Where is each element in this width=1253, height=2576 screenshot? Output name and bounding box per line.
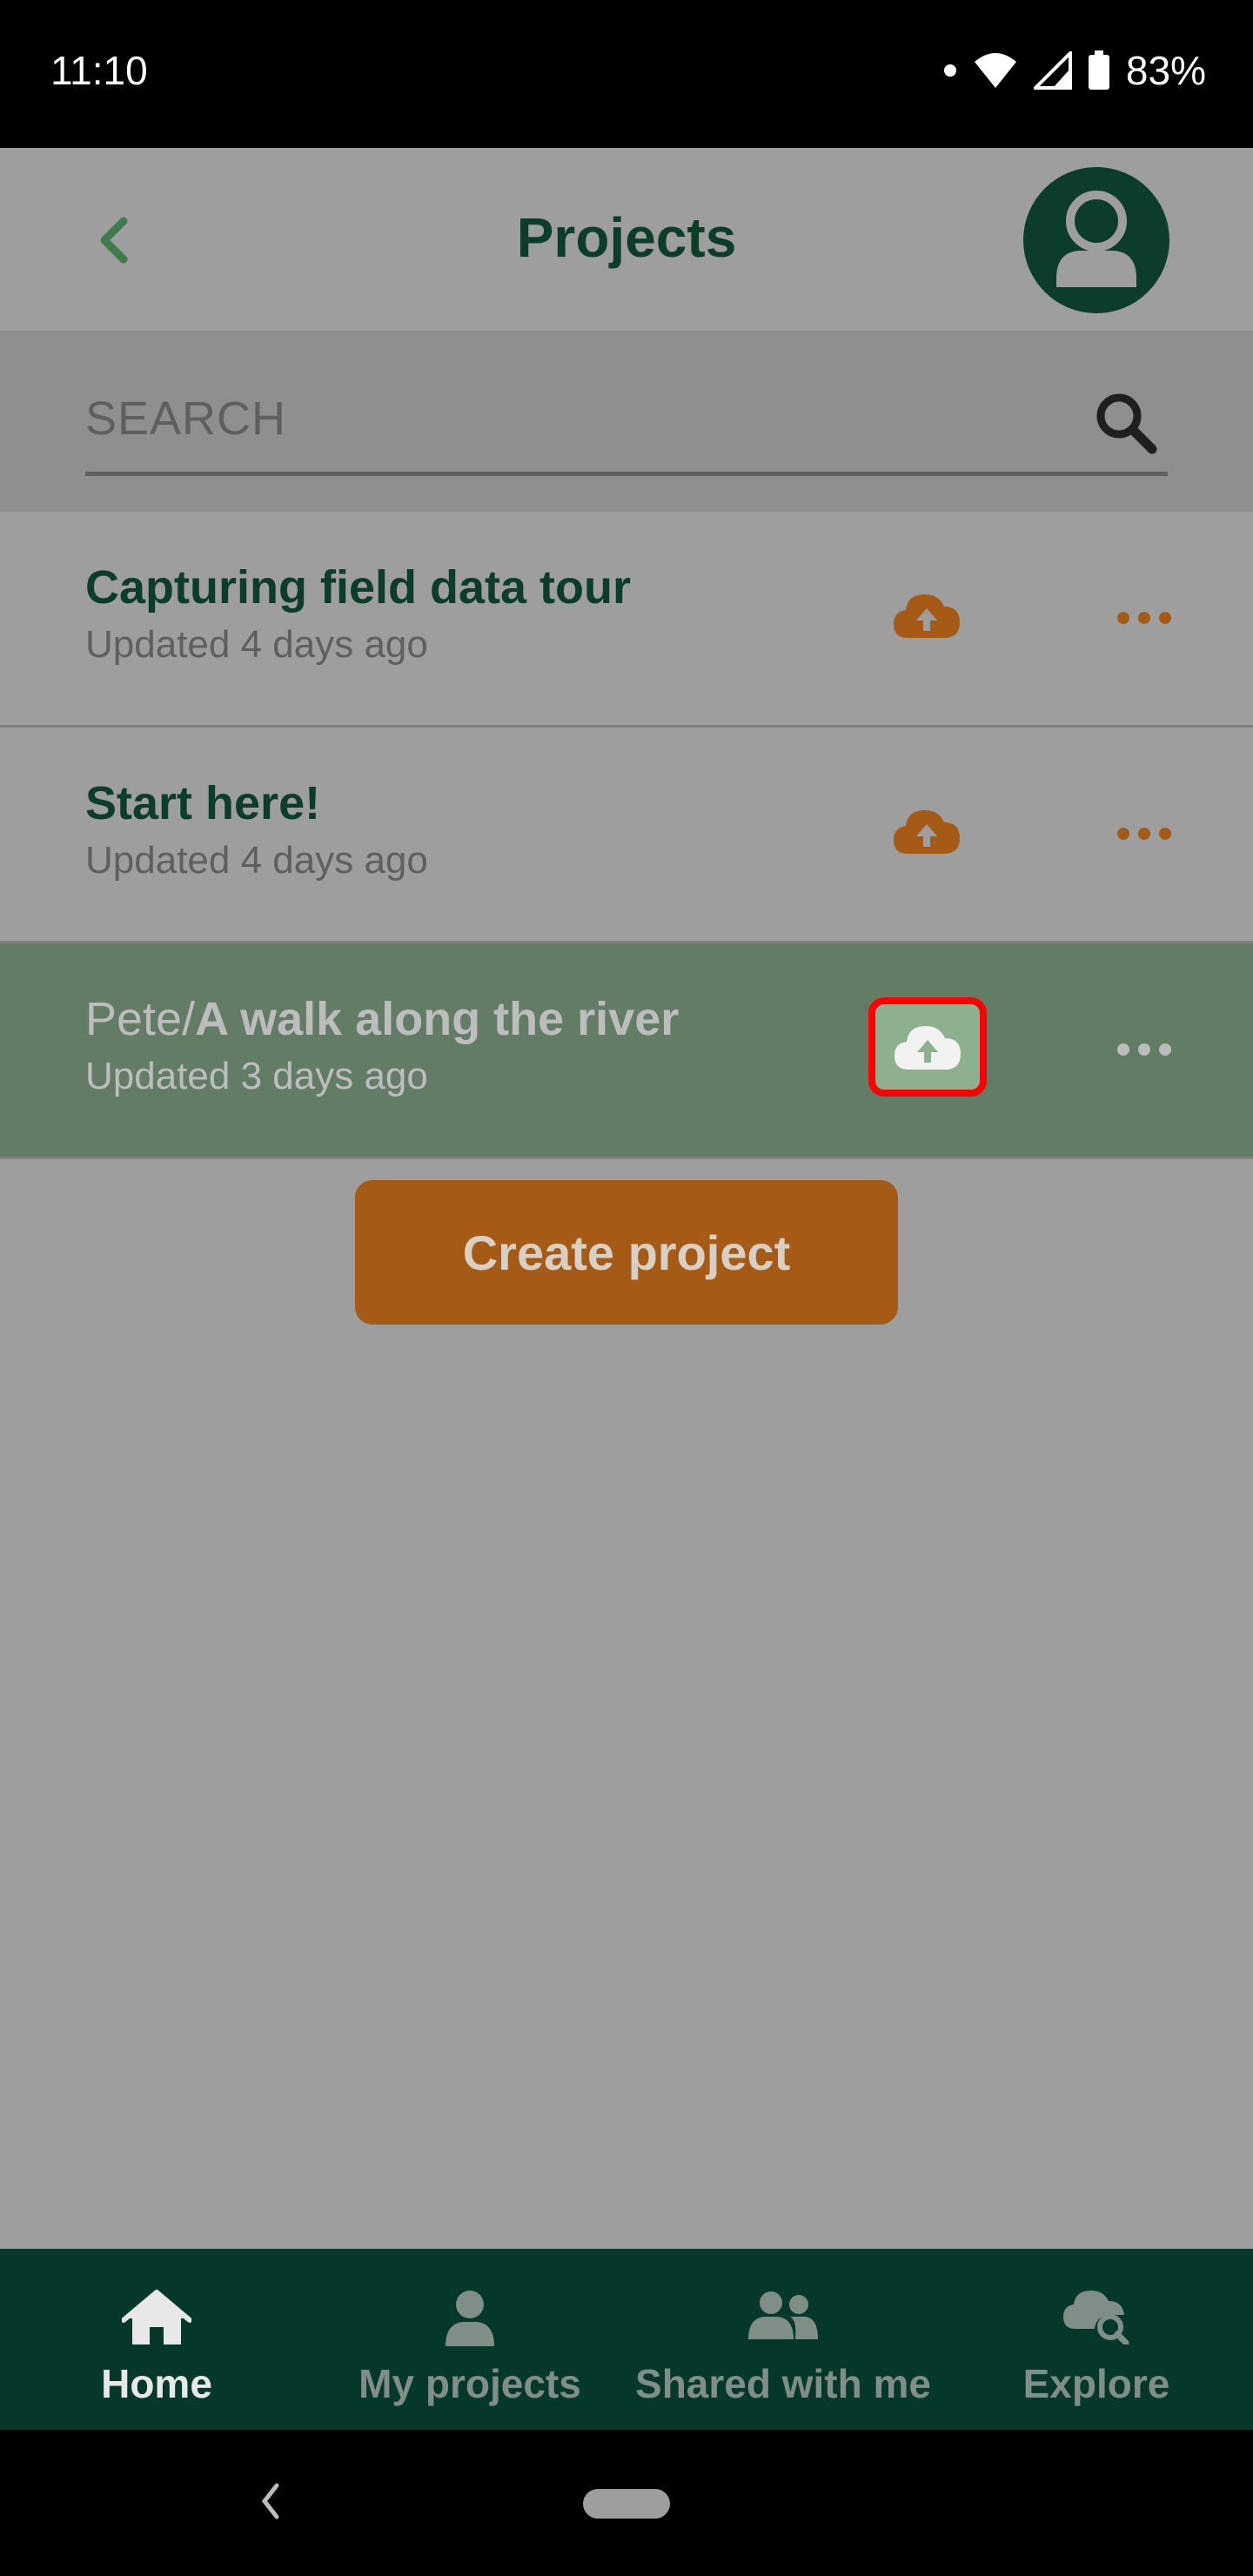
avatar-button[interactable] — [1023, 167, 1169, 313]
project-row[interactable]: Capturing field data tour Updated 4 days… — [0, 512, 1253, 728]
project-title: Capturing field data tour — [85, 560, 631, 614]
nav-item-shared[interactable]: Shared with me — [626, 2249, 940, 2430]
project-updated: Updated 4 days ago — [85, 839, 428, 882]
more-horizontal-icon — [1117, 828, 1171, 840]
nav-label: Explore — [1022, 2361, 1170, 2406]
more-options-button[interactable] — [1109, 808, 1180, 860]
search-input[interactable] — [85, 371, 1042, 466]
more-options-button[interactable] — [1109, 592, 1180, 644]
user-icon — [1056, 191, 1136, 287]
wifi-icon — [973, 51, 1018, 90]
project-row[interactable]: Start here! Updated 4 days ago — [0, 728, 1253, 943]
nav-item-my-projects[interactable]: My projects — [313, 2249, 626, 2430]
project-row-selected[interactable]: Pete/A walk along the river Updated 3 da… — [0, 943, 1253, 1159]
battery-percent: 83% — [1125, 48, 1206, 93]
system-home-pill[interactable] — [583, 2489, 670, 2519]
project-title: Start here! — [85, 776, 320, 830]
more-horizontal-icon — [1117, 1043, 1171, 1056]
sync-button[interactable] — [868, 997, 987, 1097]
more-horizontal-icon — [1117, 612, 1171, 624]
nav-item-explore[interactable]: Explore — [940, 2249, 1253, 2430]
cloud-upload-icon — [894, 594, 960, 638]
nav-label: Home — [101, 2361, 212, 2406]
people-icon — [748, 2291, 818, 2339]
project-owner: Pete/ — [85, 993, 196, 1045]
project-updated: Updated 3 days ago — [85, 1055, 428, 1097]
person-icon — [446, 2291, 494, 2346]
nav-label: Shared with me — [635, 2361, 931, 2406]
project-name: Start here! — [85, 777, 321, 829]
home-icon — [122, 2290, 191, 2345]
cloud-upload-icon — [894, 810, 960, 854]
project-name: Capturing field data tour — [85, 561, 631, 614]
nav-item-home[interactable]: Home — [0, 2249, 313, 2430]
create-project-button[interactable]: Create project — [355, 1180, 898, 1325]
search-field — [85, 371, 1168, 476]
search-icon[interactable] — [1093, 390, 1159, 460]
status-icons: 83% — [943, 47, 1206, 94]
notification-dot-icon — [943, 64, 957, 77]
system-nav-bar — [0, 2430, 1253, 2576]
sync-button[interactable] — [870, 567, 983, 663]
status-bar: 11:10 83% — [0, 0, 1253, 148]
search-bar — [0, 331, 1253, 512]
cell-signal-icon — [1033, 51, 1072, 90]
project-title: Pete/A walk along the river — [85, 992, 679, 1046]
more-options-button[interactable] — [1109, 1023, 1180, 1076]
cloud-upload-icon — [895, 1026, 961, 1070]
cloud-search-icon — [1063, 2291, 1129, 2345]
status-time: 11:10 — [50, 48, 148, 93]
project-list: Capturing field data tour Updated 4 days… — [0, 512, 1253, 1159]
battery-icon — [1088, 50, 1110, 91]
bottom-nav: Home My projects Shared with me Explore — [0, 2249, 1253, 2430]
nav-label: My projects — [358, 2361, 581, 2406]
app-header: Projects — [0, 148, 1253, 331]
project-name: A walk along the river — [195, 993, 680, 1045]
system-back-icon[interactable] — [252, 2475, 287, 2532]
project-updated: Updated 4 days ago — [85, 623, 428, 666]
sync-button[interactable] — [870, 783, 983, 879]
